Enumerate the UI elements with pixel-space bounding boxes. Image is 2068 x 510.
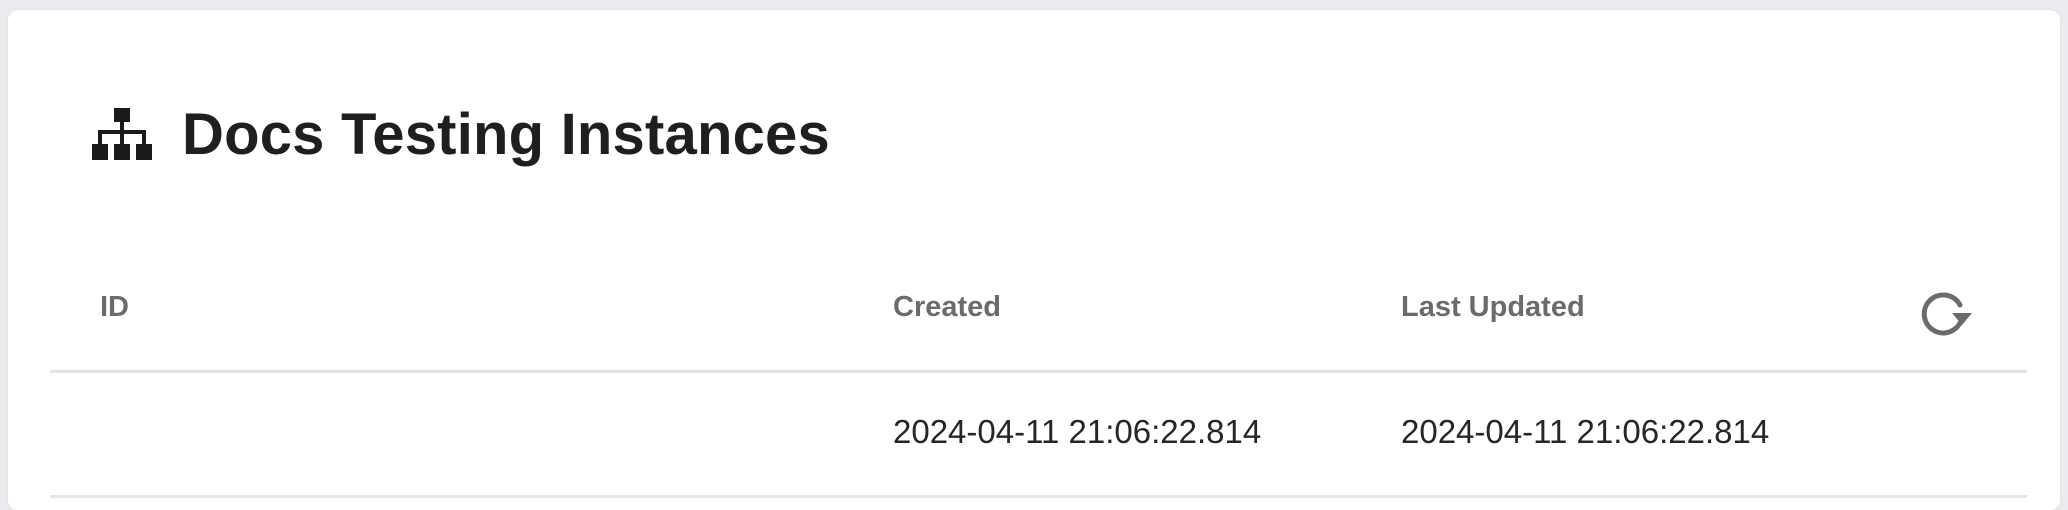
sitemap-icon bbox=[92, 106, 152, 162]
page-title: Docs Testing Instances bbox=[182, 101, 830, 167]
table-row[interactable]: 2024-04-11 21:06:22.814 2024-04-11 21:06… bbox=[50, 373, 2027, 498]
cell-last-updated: 2024-04-11 21:06:22.814 bbox=[1401, 413, 1770, 450]
column-header-created[interactable]: Created bbox=[893, 291, 1001, 324]
column-header-id[interactable]: ID bbox=[100, 291, 129, 324]
refresh-icon[interactable] bbox=[1916, 285, 1972, 341]
table-header: ID Created Last Updated bbox=[50, 265, 2027, 373]
instances-table: ID Created Last Updated 2024-04-11 21:06… bbox=[50, 265, 2027, 498]
page-header: Docs Testing Instances bbox=[92, 92, 830, 176]
column-header-last-updated[interactable]: Last Updated bbox=[1401, 291, 1585, 324]
cell-created: 2024-04-11 21:06:22.814 bbox=[893, 413, 1262, 450]
instances-card: Docs Testing Instances ID Created Last U… bbox=[8, 10, 2060, 510]
